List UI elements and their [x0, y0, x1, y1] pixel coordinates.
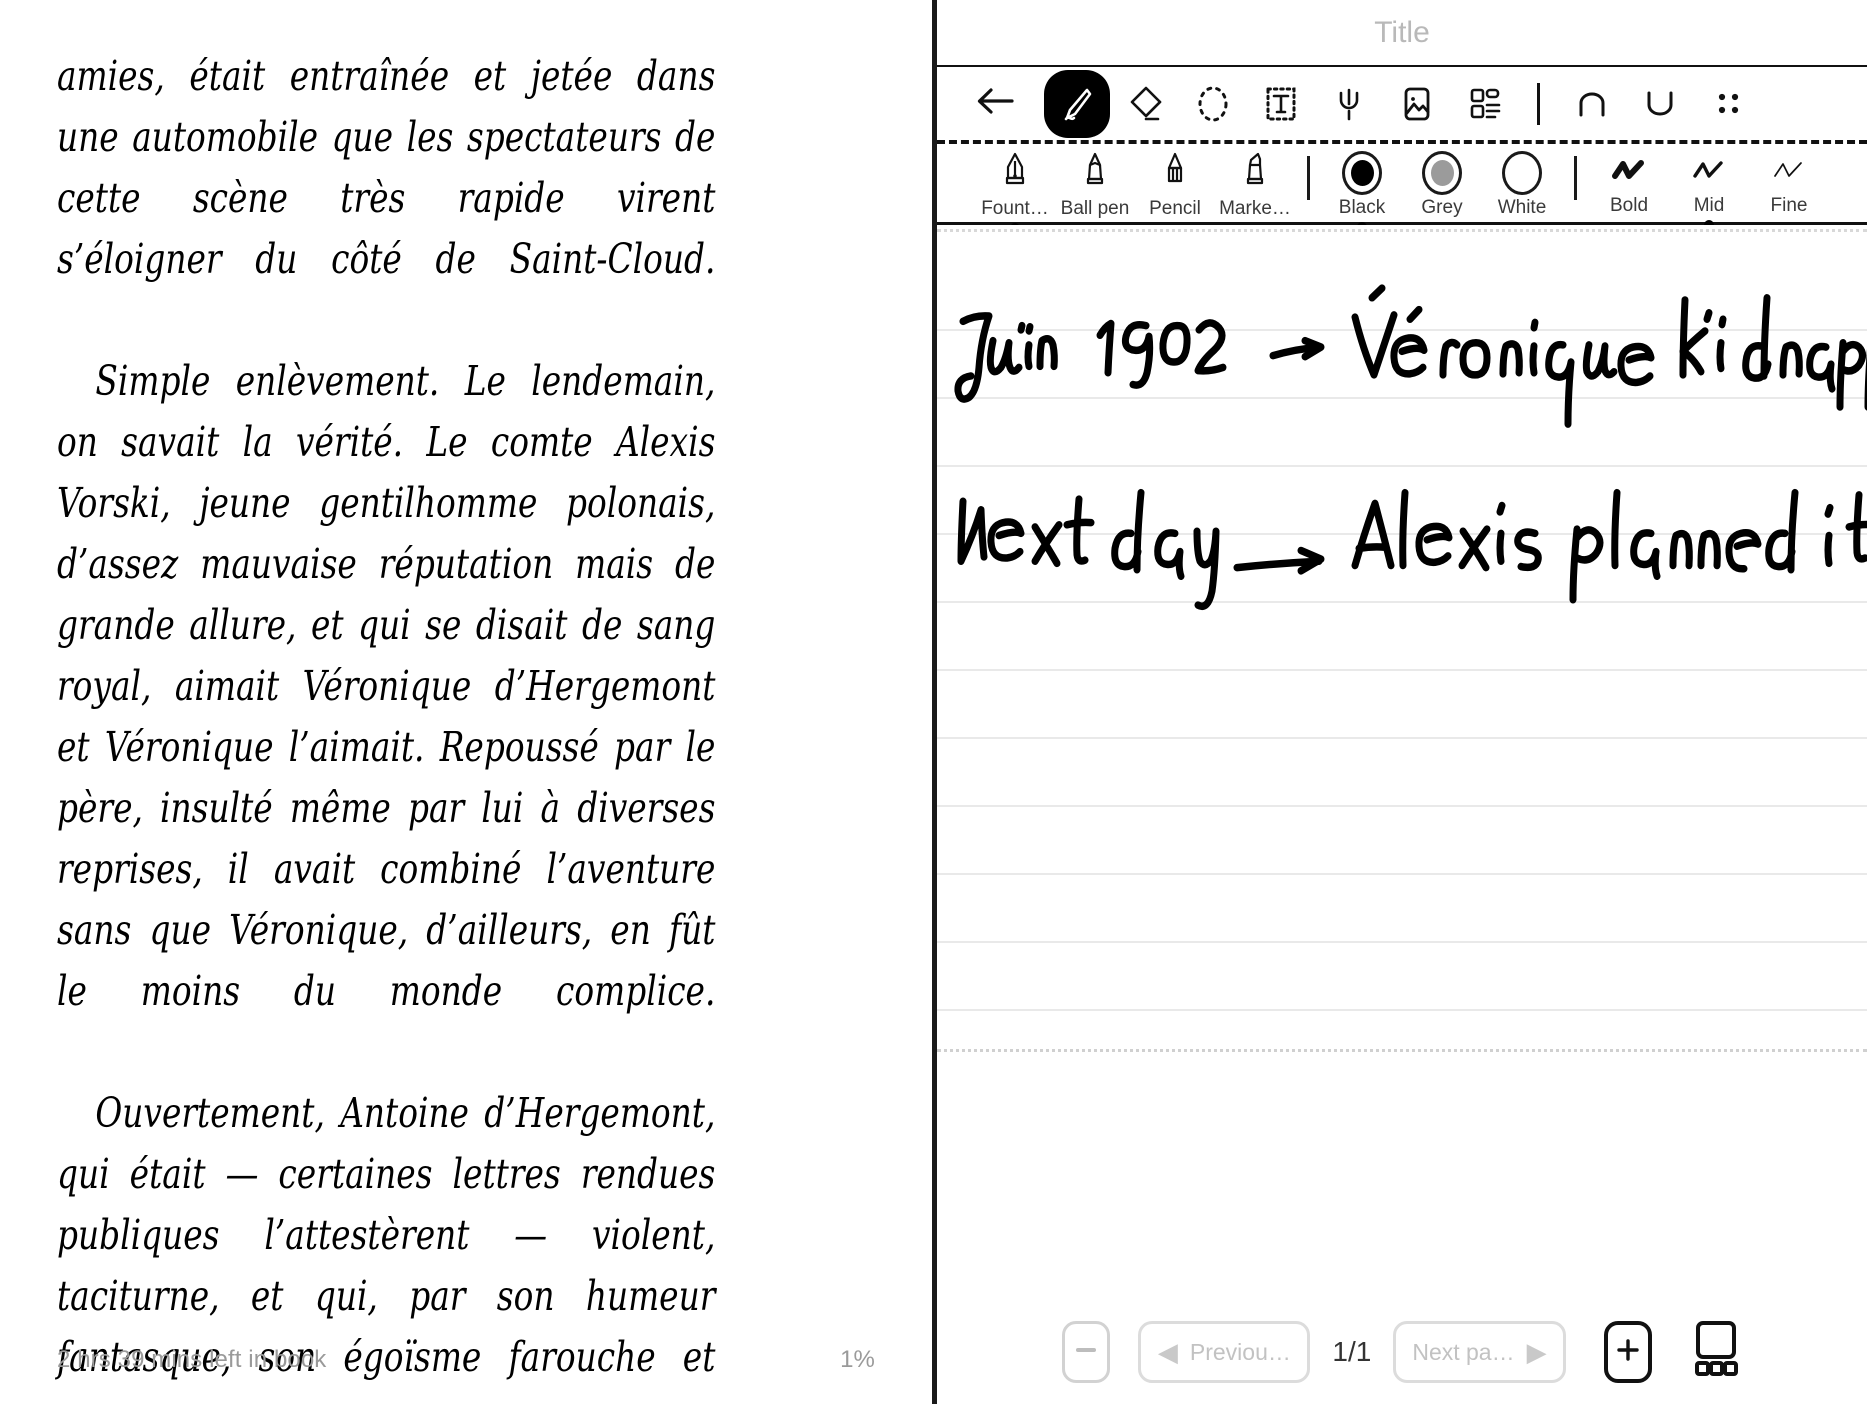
color-swatch-white-icon — [1502, 151, 1542, 195]
previous-page-button[interactable]: ◀ Previou… — [1138, 1321, 1311, 1383]
book-reader-pane[interactable]: amies, était entraînée et jetée dans une… — [0, 0, 937, 1404]
stroke-mid-icon — [1685, 154, 1733, 193]
handwriting-line-1 — [954, 284, 1867, 428]
color-swatch-black-icon — [1342, 151, 1382, 195]
note-canvas[interactable]: Juin 1902 → Véronique kidnapped Next day… — [937, 225, 1867, 1300]
app-root: amies, était entraînée et jetée dans une… — [0, 0, 1872, 1404]
note-app-pane: Title Fount… Ball pen Pencil Marke… Blac… — [937, 0, 1867, 1404]
pen-fountain-button[interactable]: Fount… — [975, 151, 1055, 233]
color-swatch-grey-icon — [1422, 151, 1462, 195]
width-bold-button[interactable]: Bold — [1589, 154, 1669, 217]
color-black-label: Black — [1338, 197, 1386, 218]
page-indicator: 1/1 — [1332, 1336, 1372, 1367]
pen-icon — [1054, 81, 1100, 127]
ball-pen-icon — [1077, 151, 1113, 196]
width-fine-label: Fine — [1770, 194, 1808, 216]
handwriting-line-2 — [957, 488, 1867, 610]
page-overview-button[interactable] — [1690, 1319, 1742, 1386]
back-arrow-icon — [972, 81, 1018, 127]
pen-tool-button[interactable] — [1043, 69, 1111, 138]
pen-pencil-label: Pencil — [1149, 197, 1201, 219]
handwriting-ink-layer — [937, 225, 1867, 1300]
width-mid-label: Mid — [1693, 194, 1725, 216]
stroke-bold-icon — [1605, 154, 1653, 193]
eraser-icon — [1122, 81, 1168, 127]
minus-icon — [1073, 1337, 1099, 1368]
stroke-fine-icon — [1765, 154, 1813, 193]
toolbar-divider — [1537, 82, 1540, 125]
more-dots-icon — [1705, 81, 1751, 127]
insert-image-button[interactable] — [1383, 70, 1451, 138]
zoom-out-button[interactable] — [1062, 1321, 1111, 1383]
note-toolbar — [937, 67, 1867, 140]
pen-ballpen-label: Ball pen — [1060, 197, 1130, 219]
color-white-label: White — [1497, 197, 1547, 218]
lasso-select-tool-button[interactable] — [1179, 70, 1247, 138]
more-options-button[interactable] — [1694, 70, 1762, 138]
text-box-icon — [1258, 81, 1304, 127]
eraser-tool-button[interactable] — [1111, 70, 1179, 138]
next-page-button[interactable]: Next pa… ▶ — [1393, 1321, 1566, 1383]
color-white-button[interactable]: White — [1482, 151, 1562, 219]
note-title-bar: Title — [937, 0, 1867, 67]
add-page-button[interactable] — [1603, 1321, 1652, 1383]
pen-fountain-label: Fount… — [981, 197, 1049, 219]
progress-percent-label: 1% — [840, 1346, 875, 1373]
marker-icon — [1237, 151, 1273, 196]
undo-icon — [1569, 81, 1615, 127]
plus-icon — [1614, 1336, 1642, 1369]
text-tool-button[interactable] — [1247, 70, 1315, 138]
microphone-tool-button[interactable] — [1315, 70, 1383, 138]
previous-page-label: Previou… — [1189, 1338, 1291, 1365]
penbar-divider — [1307, 156, 1310, 200]
color-black-button[interactable]: Black — [1322, 151, 1402, 232]
width-mid-button[interactable]: Mid — [1669, 154, 1749, 230]
pen-marker-button[interactable]: Marke… — [1215, 151, 1295, 220]
pen-options-bar: Fount… Ball pen Pencil Marke… Black Grey… — [937, 144, 1867, 233]
time-left-label: 2 hrs 39 mins left in book — [57, 1346, 327, 1373]
microphone-icon — [1326, 81, 1372, 127]
width-fine-button[interactable]: Fine — [1749, 154, 1829, 217]
penbar-divider — [1574, 156, 1577, 200]
reader-status-bar: 2 hrs 39 mins left in book 1% — [0, 1346, 932, 1374]
left-triangle-icon: ◀ — [1157, 1337, 1178, 1367]
note-bottom-bar: ◀ Previou… 1/1 Next pa… ▶ — [937, 1300, 1867, 1404]
lasso-icon — [1190, 81, 1236, 127]
undo-button[interactable] — [1558, 70, 1626, 138]
book-paragraph: amies, était entraînée et jetée dans une… — [57, 52, 716, 283]
pen-pencil-button[interactable]: Pencil — [1135, 151, 1215, 220]
color-grey-button[interactable]: Grey — [1402, 151, 1482, 219]
pen-ballpen-button[interactable]: Ball pen — [1055, 151, 1135, 220]
page-overview-icon — [1690, 1320, 1742, 1385]
pen-marker-label: Marke… — [1219, 197, 1291, 219]
fountain-pen-icon — [997, 151, 1033, 196]
book-body-text: amies, était entraînée et jetée dans une… — [57, 46, 715, 1404]
next-page-label: Next pa… — [1412, 1338, 1515, 1365]
image-icon — [1394, 81, 1440, 127]
back-button[interactable] — [961, 70, 1029, 138]
layout-template-button[interactable] — [1451, 70, 1519, 138]
pencil-icon — [1157, 151, 1193, 196]
layout-icon — [1462, 81, 1508, 127]
width-bold-label: Bold — [1609, 194, 1649, 216]
redo-button[interactable] — [1626, 70, 1694, 138]
note-title[interactable]: Title — [1374, 16, 1430, 50]
color-grey-label: Grey — [1421, 197, 1463, 218]
right-triangle-icon: ▶ — [1526, 1337, 1547, 1367]
redo-icon — [1637, 81, 1683, 127]
book-paragraph: Simple enlèvement. Le lendemain, on sava… — [57, 357, 716, 1015]
